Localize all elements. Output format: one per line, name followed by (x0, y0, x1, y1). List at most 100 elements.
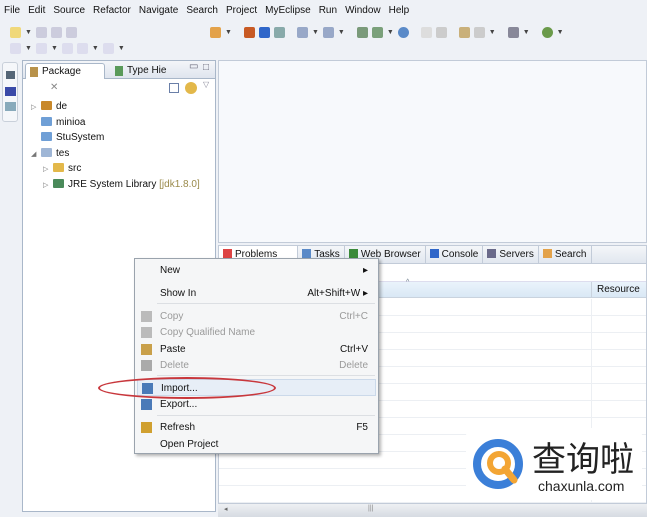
console-icon (429, 249, 439, 258)
menu-item-shortcut: Alt+Shift+W ▸ (307, 288, 368, 299)
collapse-all-icon[interactable] (169, 83, 179, 93)
menu-item-label: New (160, 265, 181, 276)
project-folder-icon (41, 132, 52, 141)
scroll-left-icon[interactable]: ◂ (224, 505, 228, 513)
context-menu: New ▸ Show In Alt+Shift+W ▸ Copy Ctrl+C Copy Q… (134, 258, 379, 454)
watermark-brand: 查询啦 (532, 440, 634, 480)
tree-item-label: minioa (56, 116, 86, 128)
globe-icon[interactable] (397, 26, 409, 38)
servers-icon (487, 249, 497, 258)
menu-item-copy-qualified-name[interactable]: Copy Qualified Name (137, 324, 376, 341)
minimize-icon[interactable]: ▭ (189, 61, 198, 72)
problems-icon (223, 249, 232, 258)
expand-icon[interactable]: ◢ (31, 147, 41, 162)
view-icon[interactable] (5, 87, 16, 96)
deploy-icon[interactable] (210, 26, 221, 38)
copy-icon (141, 311, 152, 322)
tree-item[interactable]: StuSystem (31, 130, 104, 145)
run-icon[interactable] (296, 26, 308, 38)
view-menu-icon[interactable]: ▽ (203, 80, 209, 89)
edit-icon[interactable] (458, 26, 470, 38)
tab-console[interactable]: Console (426, 246, 484, 263)
delete-icon (141, 360, 152, 371)
tree-item[interactable]: ◢ tes (31, 146, 69, 162)
project-folder-icon (53, 178, 64, 188)
tab-package[interactable]: Package ✕ (25, 63, 105, 93)
print-icon[interactable] (65, 26, 77, 38)
perspective-icon[interactable] (507, 26, 519, 38)
tree-item[interactable]: ▷ de (31, 99, 67, 115)
tree-item-suffix: [jdk1.8.0] (159, 178, 200, 190)
menu-item-shortcut: Ctrl+V (339, 344, 368, 355)
settings-icon[interactable] (541, 26, 553, 38)
web-browser-icon (348, 249, 358, 258)
expand-icon[interactable]: ▷ (43, 178, 53, 193)
menu-item-copy[interactable]: Copy Ctrl+C (137, 308, 376, 325)
menu-item-refresh[interactable]: Refresh F5 (137, 419, 376, 436)
menu-search[interactable]: Search (182, 3, 222, 19)
server-blue-icon[interactable] (258, 26, 270, 38)
menu-item-shortcut: F5 (356, 422, 368, 433)
refresh-icon (141, 422, 152, 433)
expand-icon[interactable]: ▷ (43, 162, 53, 177)
menu-item-delete[interactable]: Delete Delete (137, 357, 376, 374)
new-class-icon[interactable] (371, 26, 383, 38)
menu-item-new[interactable]: New ▸ (137, 262, 376, 279)
horizontal-scrollbar[interactable]: ◂ ||| (218, 503, 647, 517)
tab-servers[interactable]: Servers (483, 246, 539, 263)
new-icon[interactable] (10, 26, 21, 38)
menu-item-show-in[interactable]: Show In Alt+Shift+W ▸ (137, 285, 376, 302)
menu-item-label: Refresh (160, 422, 196, 433)
link-editor-icon[interactable] (185, 82, 197, 94)
menu-myeclipse[interactable]: MyEclipse (261, 3, 315, 19)
tree-item[interactable]: minioa (31, 115, 85, 130)
menu-help[interactable]: Help (385, 3, 414, 19)
restore-icon[interactable] (6, 71, 15, 79)
menu-source[interactable]: Source (49, 3, 89, 19)
maximize-icon[interactable]: □ (203, 62, 209, 73)
close-icon[interactable]: ✕ (50, 82, 58, 93)
menu-refactor[interactable]: Refactor (89, 3, 135, 19)
tool-icon[interactable] (420, 26, 432, 38)
highlight-oval (98, 377, 276, 399)
menu-project[interactable]: Project (222, 3, 261, 19)
project-folder-icon (53, 163, 64, 172)
export-icon (141, 399, 152, 410)
save-all-icon[interactable] (50, 26, 62, 38)
tab-label: Package (42, 66, 81, 77)
save-icon[interactable] (35, 26, 47, 38)
server-icon[interactable] (243, 26, 255, 38)
menu-file[interactable]: File (0, 3, 24, 19)
package-icon (30, 67, 38, 77)
tab-label: Type Hie (127, 65, 167, 76)
menu-navigate[interactable]: Navigate (135, 3, 182, 19)
tool2-icon[interactable] (435, 26, 447, 38)
tab-label: Servers (499, 249, 534, 260)
annotation-icon[interactable] (10, 42, 21, 54)
wizard-icon[interactable] (356, 26, 368, 38)
tree-item[interactable]: ▷ src (43, 161, 81, 177)
debug-icon[interactable] (322, 26, 334, 38)
search-tool-icon[interactable] (473, 26, 485, 38)
back-nav-icon[interactable] (76, 42, 88, 54)
menu-run[interactable]: Run (315, 3, 341, 19)
menu-item-paste[interactable]: Paste Ctrl+V (137, 341, 376, 358)
expand-icon[interactable]: ▷ (31, 100, 41, 115)
back-icon[interactable] (61, 42, 73, 54)
project-folder-icon (41, 147, 52, 157)
tab-search[interactable]: Search (539, 246, 592, 263)
menu-item-label: Delete (160, 360, 189, 371)
forward-icon[interactable] (102, 42, 114, 54)
menu-item-open-project[interactable]: Open Project (137, 436, 376, 453)
view2-icon[interactable] (5, 102, 16, 111)
scroll-grip-icon[interactable]: ||| (368, 505, 373, 512)
column-resource[interactable]: Resource (591, 282, 640, 298)
menu-window[interactable]: Window (341, 3, 385, 19)
menu-edit[interactable]: Edit (24, 3, 49, 19)
tree-item[interactable]: ▷ JRE System Library [jdk1.8.0] (43, 177, 200, 193)
tab-type-hierarchy[interactable]: Type Hie (111, 63, 172, 79)
editor-area (218, 60, 647, 243)
search-icon (542, 249, 552, 258)
annotation2-icon[interactable] (35, 42, 47, 54)
open-type-icon[interactable] (273, 26, 285, 38)
